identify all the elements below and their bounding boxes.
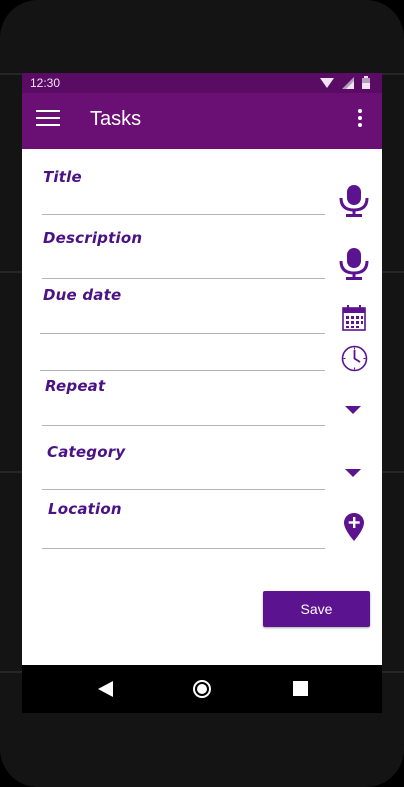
location-field[interactable] [42,548,325,549]
dropdown-arrow-icon[interactable] [345,469,361,478]
app-bar: Tasks [22,93,382,149]
due-date-label: Due date [43,286,122,304]
calendar-icon[interactable] [342,305,366,331]
hamburger-menu-icon[interactable] [36,110,60,130]
more-vertical-icon[interactable] [350,107,370,135]
dropdown-arrow-icon[interactable] [345,406,361,415]
microphone-icon[interactable] [338,184,370,218]
back-icon[interactable] [98,681,113,697]
status-time: 12:30 [30,76,61,90]
app-screen: 12:30 Tasks Title Description Due date R… [22,73,382,665]
due-date-field[interactable] [40,333,325,334]
wifi-icon [320,77,334,88]
category-dropdown[interactable] [42,489,325,490]
description-label: Description [43,229,143,247]
page-title: Tasks [90,108,142,130]
status-icons [320,76,370,89]
due-time-field[interactable] [40,370,325,371]
battery-icon [362,76,370,89]
navigation-bar [22,665,382,713]
repeat-label: Repeat [45,377,106,395]
phone-frame: 12:30 Tasks Title Description Due date R… [0,0,404,787]
home-icon[interactable] [192,679,212,699]
title-label: Title [43,168,82,186]
status-bar: 12:30 [22,73,382,93]
recents-icon[interactable] [293,681,308,696]
repeat-dropdown[interactable] [42,425,325,426]
location-label: Location [48,500,122,518]
clock-icon[interactable] [341,345,368,372]
location-add-icon[interactable] [344,513,364,542]
description-field[interactable] [42,278,325,279]
save-button[interactable]: Save [263,591,370,627]
category-label: Category [47,443,126,461]
title-field[interactable] [42,214,325,215]
microphone-icon[interactable] [338,247,370,281]
signal-icon [342,76,354,89]
